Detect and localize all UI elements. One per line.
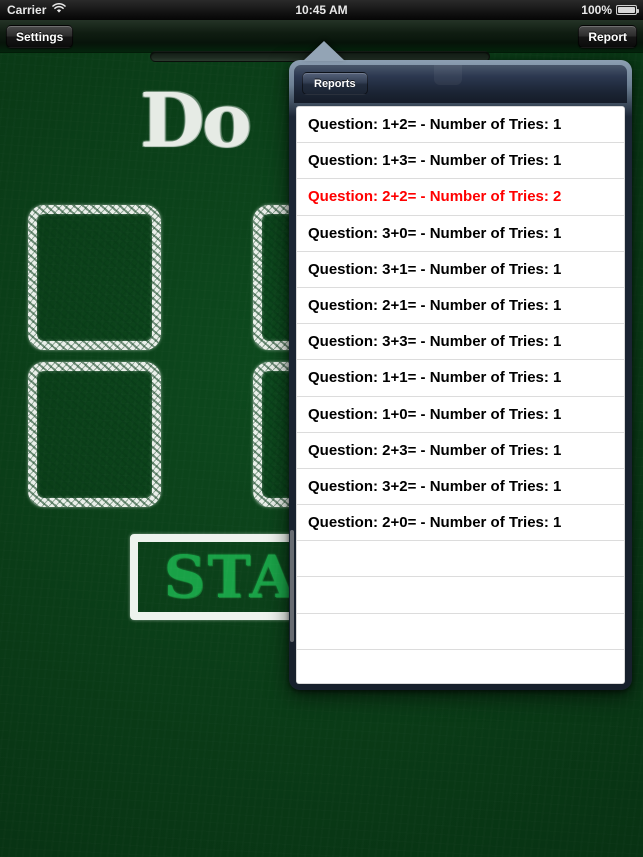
reports-list-row[interactable]: Question: 1+3= - Number of Tries: 1: [297, 143, 624, 180]
reports-list-empty-row[interactable]: [297, 613, 624, 650]
popover-title[interactable]: Reports: [302, 72, 368, 95]
reports-list-row[interactable]: Question: 2+3= - Number of Tries: 1: [297, 432, 624, 469]
reports-list-empty-row[interactable]: [297, 649, 624, 683]
chalkboard-title: Do: [140, 78, 252, 164]
start-button-label: STA: [163, 543, 297, 611]
reports-list-row[interactable]: Question: 2+2= - Number of Tries: 2: [297, 179, 624, 216]
reports-list-row[interactable]: Question: 1+0= - Number of Tries: 1: [297, 396, 624, 433]
reports-list-empty-row[interactable]: [297, 577, 624, 614]
reports-list-row[interactable]: Question: 1+2= - Number of Tries: 1: [297, 107, 624, 144]
reports-list-empty-row[interactable]: [297, 541, 624, 578]
chalk-answer-box-bottom-left[interactable]: [28, 362, 161, 507]
reports-list-row[interactable]: Question: 2+0= - Number of Tries: 1: [297, 505, 624, 542]
settings-button[interactable]: Settings: [6, 25, 74, 48]
reports-list-row[interactable]: Question: 1+1= - Number of Tries: 1: [297, 360, 624, 397]
status-bar-time: 10:45 AM: [295, 3, 348, 17]
reports-list-row[interactable]: Question: 3+3= - Number of Tries: 1: [297, 324, 624, 361]
app-screen: Do STA Carrier 10:45 AM 100% Settings Re…: [0, 0, 643, 857]
status-bar: Carrier 10:45 AM 100%: [0, 0, 643, 20]
chalk-answer-box-top-left[interactable]: [28, 205, 161, 350]
reports-list-row[interactable]: Question: 3+2= - Number of Tries: 1: [297, 468, 624, 506]
reports-list-row[interactable]: Question: 3+1= - Number of Tries: 1: [297, 251, 624, 288]
reports-list-row[interactable]: Question: 3+0= - Number of Tries: 1: [297, 215, 624, 252]
battery-percent-label: 100%: [581, 3, 612, 17]
battery-full-icon: [616, 5, 639, 15]
reports-popover: Reports Question: 1+2= - Number of Tries…: [289, 60, 632, 690]
reports-list-row[interactable]: Question: 2+1= - Number of Tries: 1: [297, 287, 624, 325]
list-scroll-indicator[interactable]: [290, 530, 294, 642]
status-bar-right: 100%: [581, 3, 639, 17]
report-button[interactable]: Report: [578, 25, 637, 48]
popover-arrow-icon: [303, 41, 345, 61]
reports-list[interactable]: Question: 1+2= - Number of Tries: 1 Quest…: [296, 106, 625, 684]
popover-navigation-bar: Reports: [294, 65, 627, 103]
